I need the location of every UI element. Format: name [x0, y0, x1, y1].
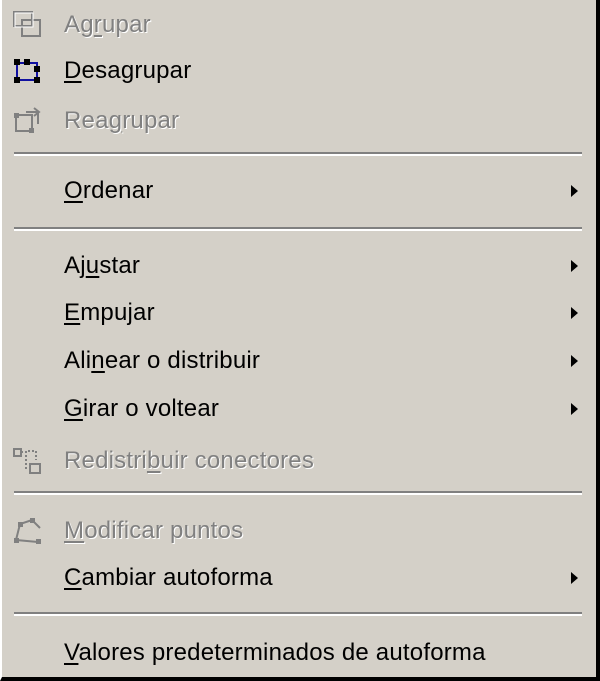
menu-separator	[14, 152, 582, 156]
menu-item-label: Alinear o distribuir	[64, 347, 261, 374]
menu-separator	[14, 491, 582, 495]
submenu-arrow-icon	[571, 572, 578, 584]
group-icon	[12, 10, 42, 40]
menu-item-empujar[interactable]: Empujar	[2, 290, 596, 336]
menu-item-label: Girar o voltear	[64, 395, 220, 422]
menu-item-label: Valores predeterminados de autoforma	[64, 639, 486, 666]
menu-item-girar-o-voltear[interactable]: Girar o voltear	[2, 386, 596, 432]
menu-separator	[14, 227, 582, 231]
context-menu: Agrupar Desagrupar Reagrupar Ordenar Aju…	[0, 0, 600, 681]
submenu-arrow-icon	[571, 355, 578, 367]
edit-points-icon	[12, 516, 42, 546]
menu-item-reagrupar: Reagrupar	[2, 98, 596, 144]
menu-item-label: Cambiar autoforma	[64, 564, 273, 591]
menu-item-modificar-puntos: Modificar puntos	[2, 508, 596, 554]
submenu-arrow-icon	[571, 403, 578, 415]
menu-item-label: Desagrupar	[64, 57, 192, 84]
menu-item-cambiar-autoforma[interactable]: Cambiar autoforma	[2, 555, 596, 601]
menu-item-valores-predeterminados[interactable]: Valores predeterminados de autoforma	[2, 630, 596, 676]
menu-separator	[14, 612, 582, 616]
submenu-arrow-icon	[571, 185, 578, 197]
menu-item-desagrupar[interactable]: Desagrupar	[2, 48, 596, 94]
ungroup-icon	[12, 56, 42, 86]
menu-item-label: Reagrupar	[64, 107, 180, 134]
regroup-icon	[12, 106, 42, 136]
menu-item-ordenar[interactable]: Ordenar	[2, 168, 596, 214]
menu-item-redistribuir-conectores: Redistribuir conectores	[2, 438, 596, 484]
menu-item-label: Redistribuir conectores	[64, 447, 315, 474]
submenu-arrow-icon	[571, 260, 578, 272]
reroute-connectors-icon	[12, 446, 42, 476]
menu-item-alinear-o-distribuir[interactable]: Alinear o distribuir	[2, 338, 596, 384]
menu-item-label: Ajustar	[64, 252, 141, 279]
submenu-arrow-icon	[571, 307, 578, 319]
menu-item-label: Ordenar	[64, 177, 154, 204]
menu-item-ajustar[interactable]: Ajustar	[2, 243, 596, 289]
menu-item-label: Empujar	[64, 299, 155, 326]
menu-item-label: Modificar puntos	[64, 517, 244, 544]
menu-item-label: Agrupar	[64, 11, 151, 38]
menu-item-agrupar: Agrupar	[2, 2, 596, 48]
